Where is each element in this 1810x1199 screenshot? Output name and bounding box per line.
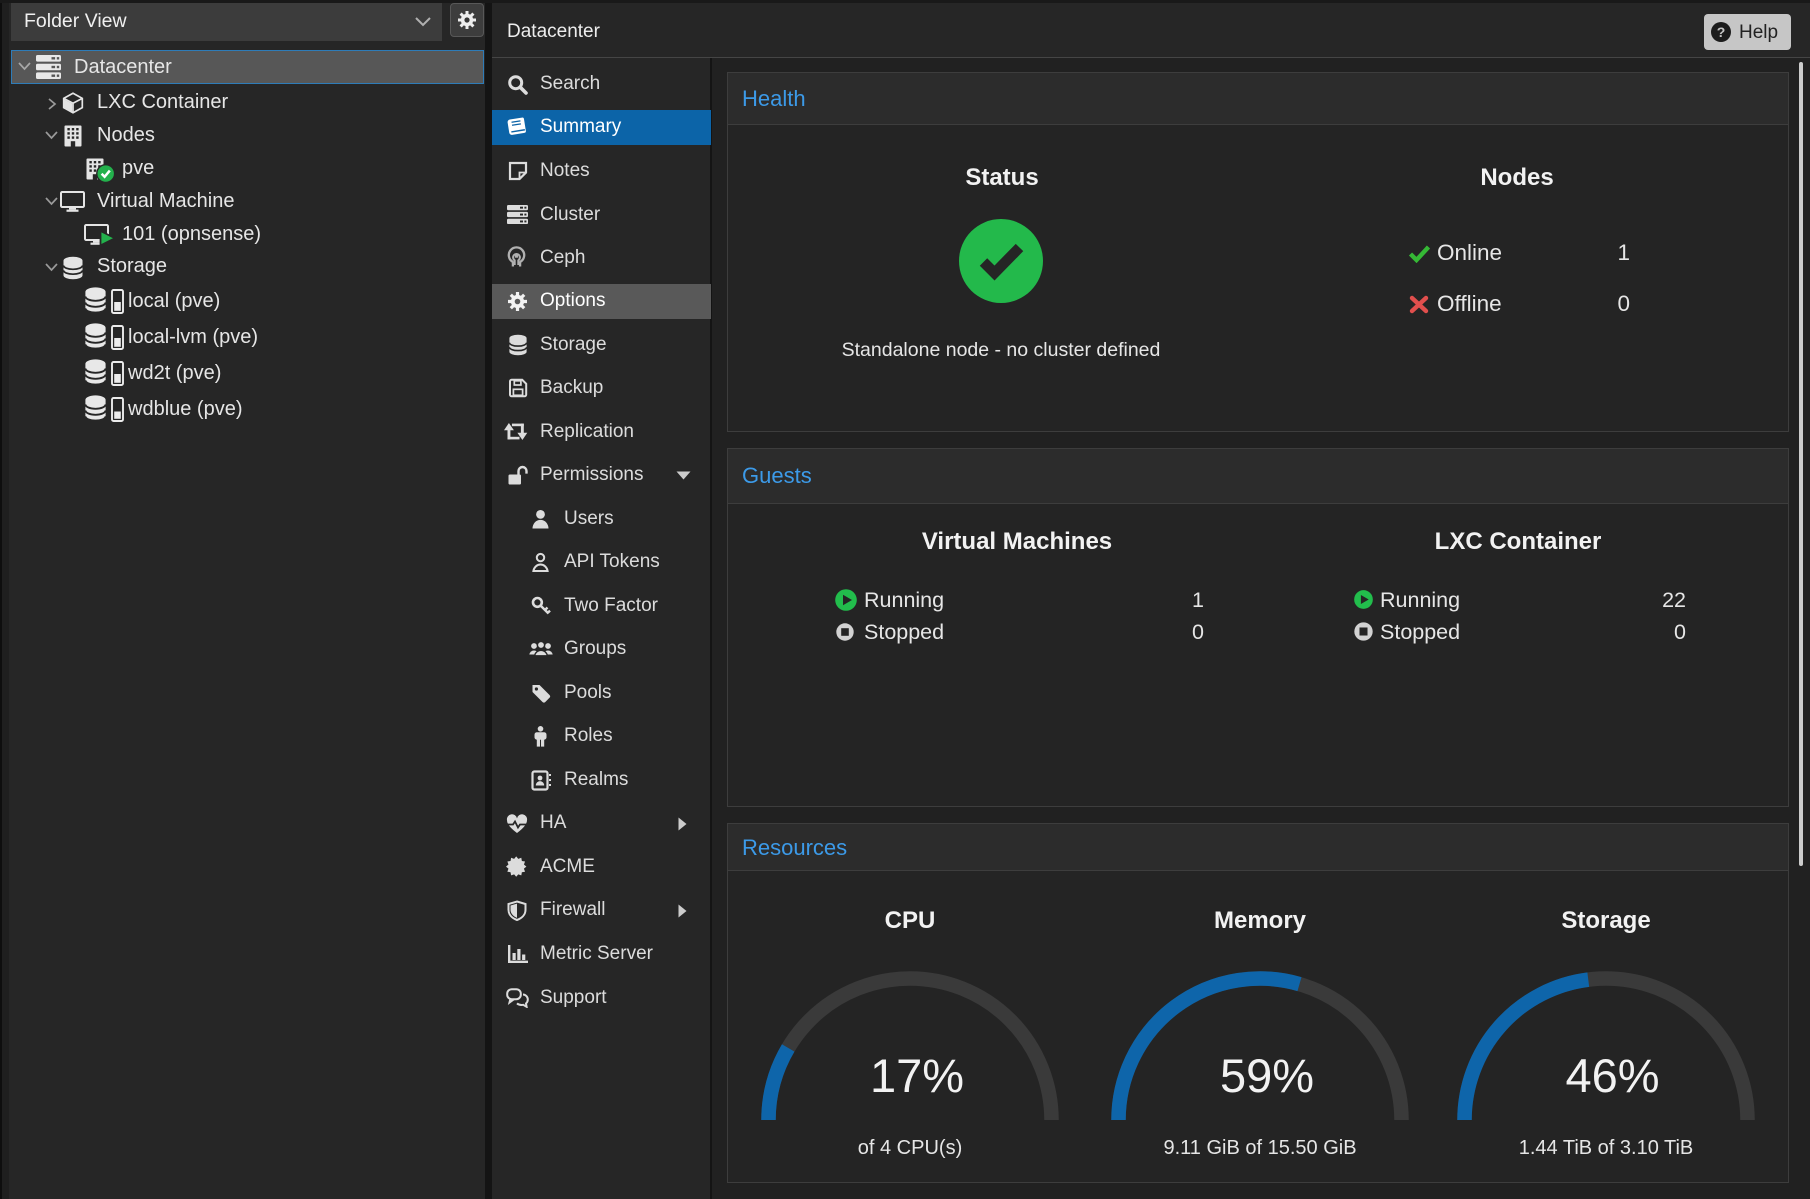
svg-text:?: ? xyxy=(1717,24,1726,40)
